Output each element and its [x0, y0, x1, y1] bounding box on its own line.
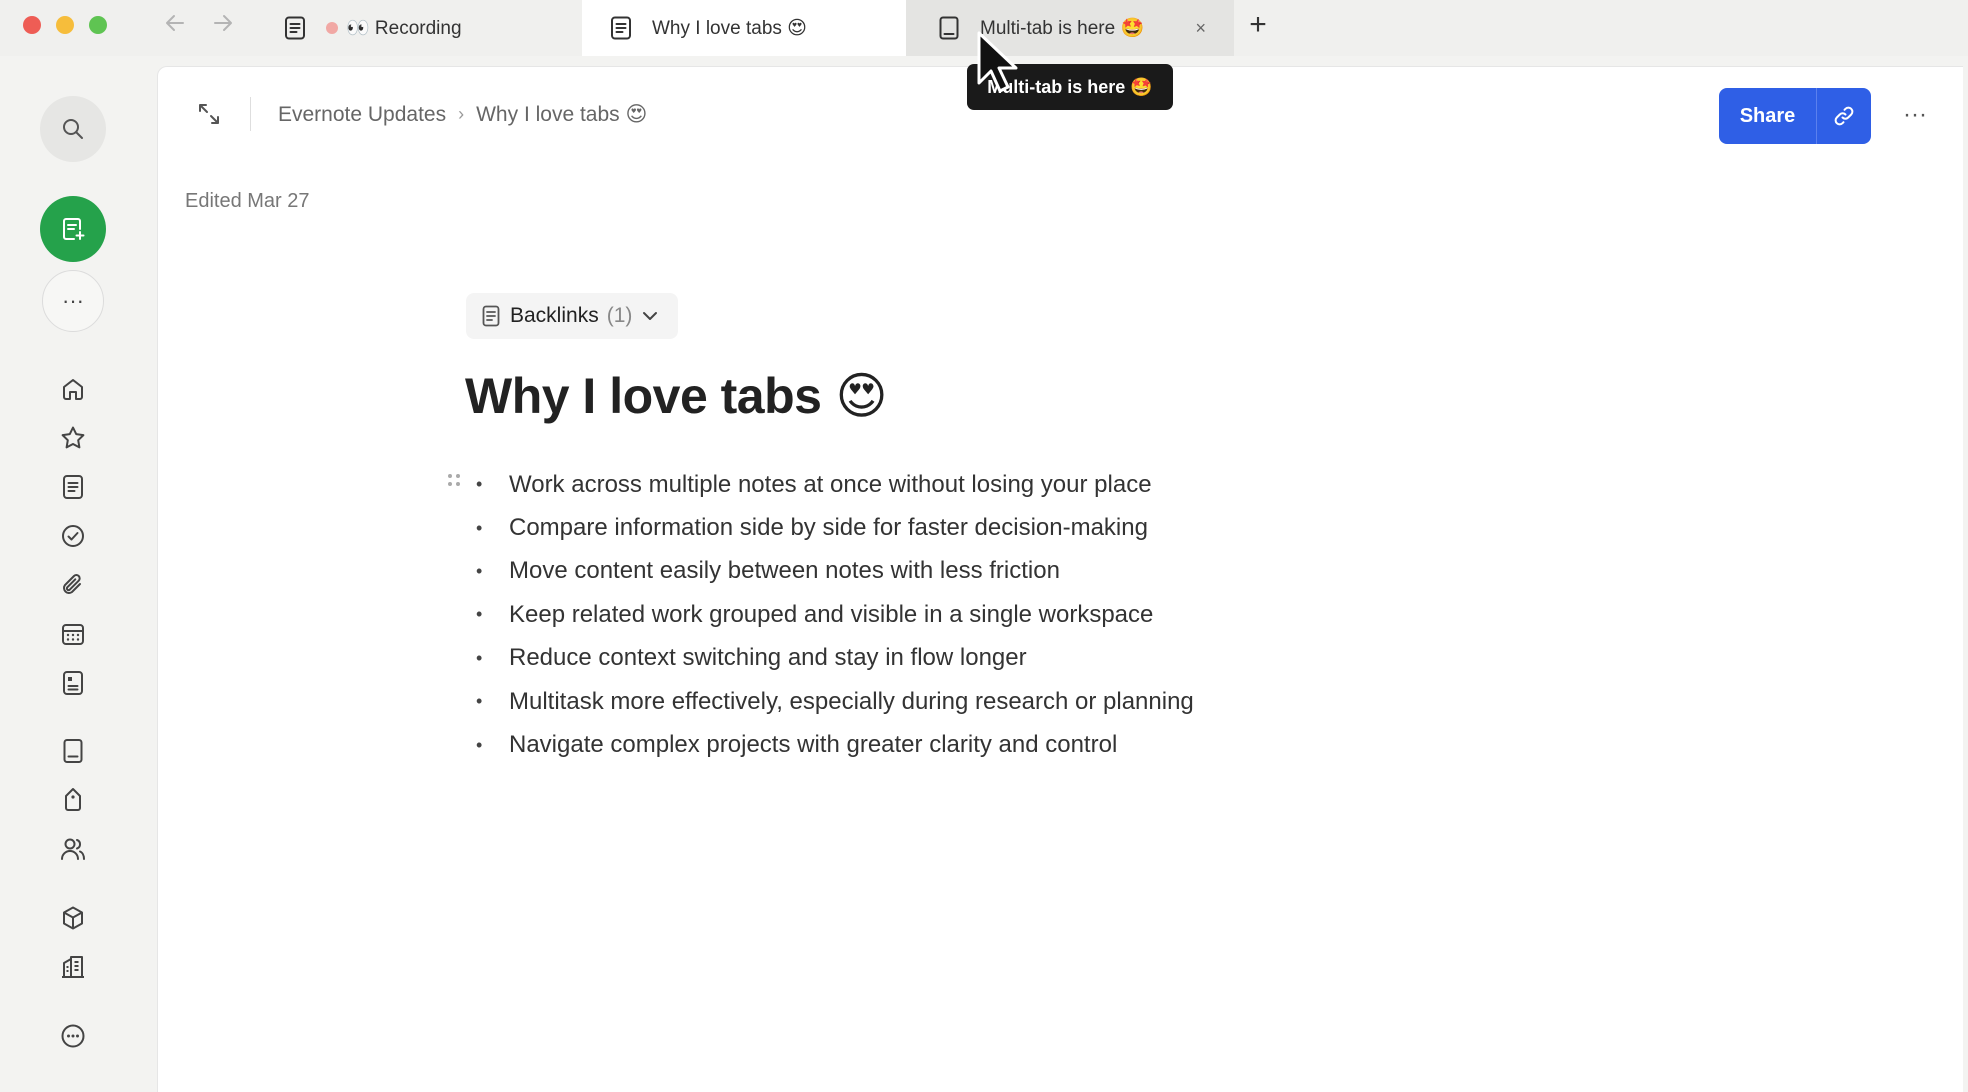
bullet-marker: •: [476, 604, 483, 625]
list-item-text: Navigate complex projects with greater c…: [509, 731, 1118, 759]
note-title-text: Why I love tabs: [465, 368, 822, 424]
note-icon: [482, 305, 500, 327]
new-tab-button[interactable]: +: [1240, 8, 1276, 44]
list-item[interactable]: • Work across multiple notes at once with…: [471, 463, 1194, 506]
search-button[interactable]: [40, 96, 106, 162]
breadcrumb-notebook[interactable]: Evernote Updates: [278, 103, 446, 127]
new-note-button[interactable]: [40, 196, 106, 262]
bullet-marker: •: [476, 517, 483, 538]
share-button[interactable]: Share: [1719, 88, 1816, 144]
forward-arrow-icon[interactable]: [206, 8, 240, 42]
note-icon: [63, 475, 83, 499]
list-item-text: Keep related work grouped and visible in…: [509, 600, 1154, 628]
sidebar-item-templates[interactable]: [56, 666, 90, 700]
sidebar-more-button[interactable]: ···: [42, 270, 104, 332]
list-item-text: Move content easily between notes with l…: [509, 557, 1060, 585]
tab-close-icon[interactable]: ×: [1195, 18, 1206, 39]
sidebar-item-shared[interactable]: [56, 832, 90, 866]
star-icon: [61, 426, 85, 449]
tab-label: 👀 Recording: [346, 18, 462, 39]
breadcrumb: Evernote Updates › Why I love tabs 😍: [278, 102, 647, 127]
sidebar-item-tasks[interactable]: [56, 519, 90, 553]
list-item[interactable]: • Multitask more effectively, especially …: [471, 680, 1194, 723]
sidebar-item-business[interactable]: [56, 950, 90, 984]
sidebar-item-home[interactable]: [56, 372, 90, 406]
bullet-marker: •: [476, 734, 483, 755]
bullet-marker: •: [476, 647, 483, 668]
home-icon: [63, 379, 83, 400]
calendar-icon: [62, 624, 84, 645]
backlinks-label: Backlinks: [510, 304, 599, 327]
backlinks-count: (1): [606, 304, 633, 327]
note-title[interactable]: Why I love tabs 😍: [465, 367, 888, 425]
list-item[interactable]: • Reduce context switching and stay in fl…: [471, 637, 1194, 680]
sidebar: ···: [0, 56, 156, 1092]
heart-eyes-emoji: 😍: [835, 368, 888, 424]
more-menu-button[interactable]: ···: [1898, 101, 1932, 131]
sidebar-item-more[interactable]: [56, 1019, 90, 1053]
note-panel: Evernote Updates › Why I love tabs 😍 Edi…: [157, 66, 1963, 1092]
window-maximize-button[interactable]: [89, 16, 107, 34]
link-icon: [1834, 106, 1854, 126]
backlinks-button[interactable]: Backlinks (1): [466, 293, 678, 339]
tab-multi-tab-is-here[interactable]: Multi-tab is here 🤩 ×: [906, 0, 1234, 56]
expand-note-button[interactable]: [194, 99, 224, 129]
paperclip-icon: [63, 574, 81, 594]
more-circle-icon: [61, 1024, 85, 1048]
list-item[interactable]: • Navigate complex projects with greater …: [471, 723, 1194, 766]
drag-handle-icon[interactable]: [446, 471, 462, 494]
chevron-down-icon: [642, 304, 658, 328]
recording-status-dot: [326, 22, 338, 34]
sidebar-item-calendar[interactable]: [56, 617, 90, 651]
people-icon: [61, 838, 85, 860]
back-arrow-icon[interactable]: [158, 8, 192, 42]
bullet-marker: •: [476, 560, 483, 581]
note-icon: [608, 15, 634, 41]
expand-icon: [199, 104, 219, 124]
notebook-icon: [936, 15, 962, 41]
sidebar-item-tags[interactable]: [56, 783, 90, 817]
list-item[interactable]: • Compare information side by side for fa…: [471, 506, 1194, 549]
cube-icon: [63, 906, 83, 930]
edited-timestamp: Edited Mar 27: [185, 190, 310, 212]
note-icon: [282, 15, 308, 41]
list-item-text: Reduce context switching and stay in flo…: [509, 644, 1027, 672]
tag-icon: [65, 788, 81, 811]
divider: [250, 97, 251, 131]
breadcrumb-note[interactable]: Why I love tabs 😍: [476, 102, 647, 127]
list-item-text: Multitask more effectively, especially d…: [509, 687, 1194, 715]
bullet-list: • Work across multiple notes at once with…: [471, 463, 1194, 767]
list-item[interactable]: • Keep related work grouped and visible i…: [471, 593, 1194, 636]
sidebar-item-spaces[interactable]: [56, 901, 90, 935]
window-close-button[interactable]: [23, 16, 41, 34]
template-icon: [63, 671, 83, 695]
list-item[interactable]: • Move content easily between notes with …: [471, 550, 1194, 593]
notebook-icon: [63, 739, 83, 763]
copy-link-button[interactable]: [1816, 88, 1871, 144]
check-circle-icon: [62, 525, 84, 547]
new-note-icon: [63, 218, 85, 240]
list-item-text: Compare information side by side for fas…: [509, 514, 1148, 542]
sidebar-item-notebooks[interactable]: [56, 734, 90, 768]
tab-why-i-love-tabs[interactable]: Why I love tabs 😍: [582, 0, 906, 56]
bullet-marker: •: [476, 691, 483, 712]
sidebar-item-notes[interactable]: [56, 470, 90, 504]
breadcrumb-separator: ›: [458, 104, 465, 124]
mouse-cursor-icon: [977, 31, 1018, 93]
sidebar-item-shortcuts[interactable]: [56, 421, 90, 455]
list-item-text: Work across multiple notes at once witho…: [509, 470, 1152, 498]
bullet-marker: •: [476, 474, 483, 495]
sidebar-item-files[interactable]: [56, 568, 90, 602]
share-group: Share: [1719, 88, 1871, 144]
tab-recording[interactable]: 👀 Recording: [282, 0, 582, 56]
building-icon: [62, 956, 84, 978]
window-minimize-button[interactable]: [56, 16, 74, 34]
tab-label: Why I love tabs 😍: [652, 17, 807, 39]
search-icon: [63, 119, 83, 139]
